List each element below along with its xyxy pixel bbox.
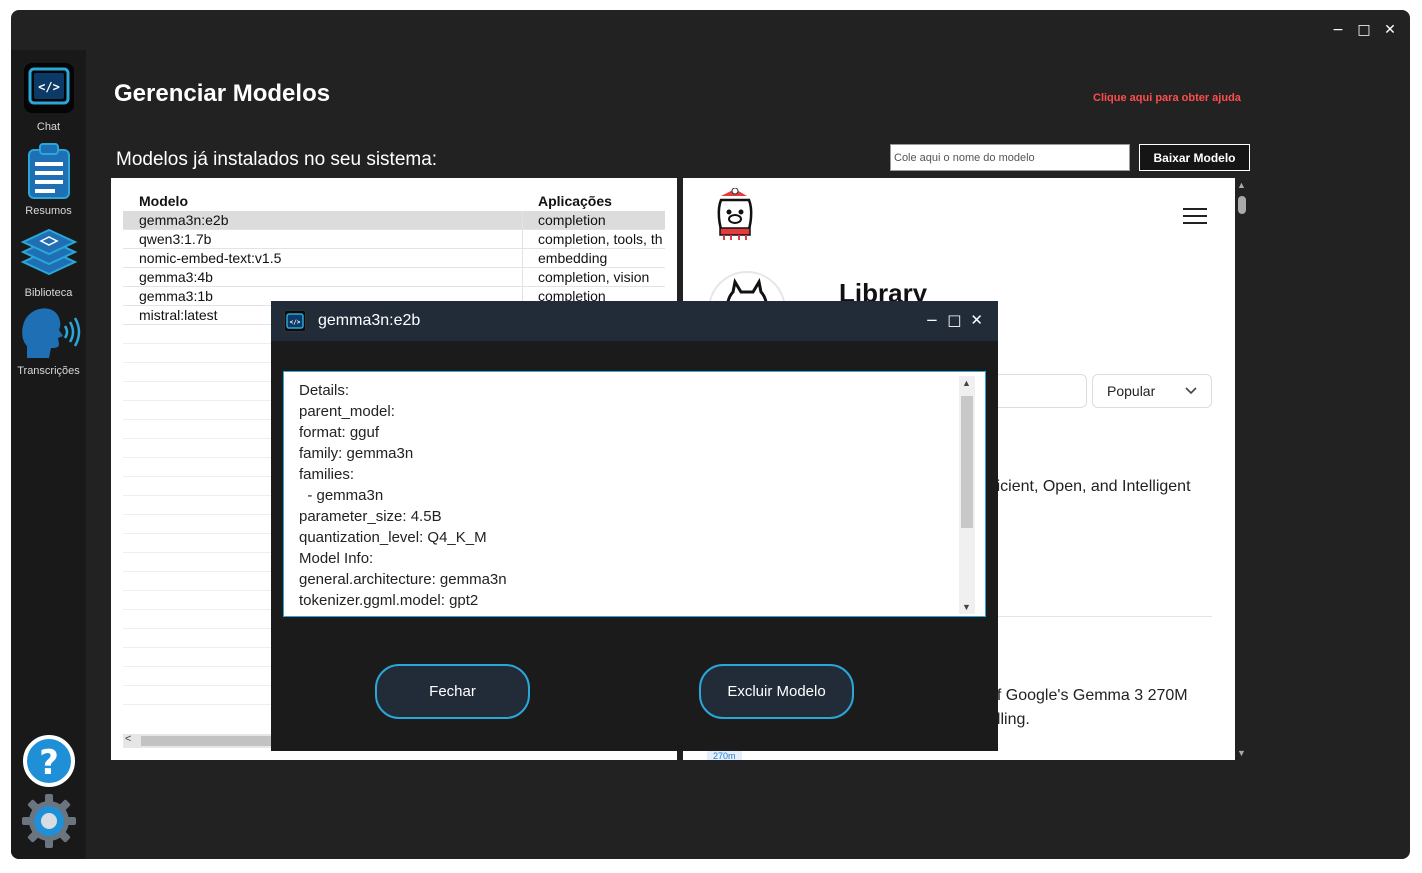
ollama-logo-icon <box>717 188 753 240</box>
help-icon: ? <box>22 735 75 787</box>
model-cell: gemma3n:e2b <box>123 211 523 229</box>
model-cell: gemma3:4b <box>123 268 523 286</box>
apps-cell: completion, vision <box>538 269 650 285</box>
details-scrollbar[interactable]: ▲ ▼ <box>959 376 975 614</box>
model-name-input[interactable] <box>890 144 1130 171</box>
table-header: Modelo Aplicações <box>123 190 665 211</box>
apps-cell: embedding <box>538 250 608 266</box>
sidebar: </> Chat Resumos Biblioteca Transcrições… <box>11 50 86 859</box>
sidebar-item-transcricoes[interactable]: Transcrições <box>11 302 86 377</box>
help-button[interactable]: ? <box>11 734 86 791</box>
window-controls: − □ ✕ <box>1330 22 1398 38</box>
model-details-dialog: </> gemma3n:e2b − □ ✕ Details: parent_mo… <box>271 301 998 751</box>
table-row[interactable]: qwen3:1.7b completion, tools, th <box>123 230 665 249</box>
dialog-window-controls: − □ ✕ <box>926 311 983 329</box>
table-row[interactable]: gemma3:4b completion, vision <box>123 268 665 287</box>
sidebar-item-biblioteca[interactable]: Biblioteca <box>11 224 86 299</box>
dialog-titlebar: </> gemma3n:e2b − □ ✕ <box>271 301 998 341</box>
clipboard-icon <box>27 143 70 199</box>
help-glyph: ? <box>39 743 59 783</box>
page-title: Gerenciar Modelos <box>114 80 331 107</box>
close-button[interactable]: Fechar <box>375 664 530 719</box>
table-row[interactable]: nomic-embed-text:v1.5 embedding <box>123 249 665 268</box>
scroll-up-arrow[interactable]: ▲ <box>962 378 971 388</box>
chevron-down-icon <box>1185 387 1197 395</box>
maximize-button[interactable]: □ <box>1356 22 1372 38</box>
gear-icon <box>21 794 76 848</box>
description-line: of Google's Gemma 3 270M <box>988 687 1188 704</box>
installed-models-label: Modelos já instalados no seu sistema: <box>116 149 438 170</box>
scroll-thumb[interactable] <box>1238 196 1246 214</box>
minimize-button[interactable]: − <box>1330 22 1346 38</box>
model-description: fficient, Open, and Intelligent <box>988 478 1191 495</box>
dialog-close-icon[interactable]: ✕ <box>970 311 983 329</box>
sidebar-item-label: Resumos <box>25 205 72 217</box>
scroll-left-arrow[interactable]: < <box>125 733 131 745</box>
scroll-down-arrow[interactable]: ▼ <box>962 602 971 612</box>
horizontal-scrollbar[interactable]: < <box>123 733 273 748</box>
description-line: alling. <box>988 711 1030 728</box>
sidebar-item-chat[interactable]: </> Chat <box>11 60 86 133</box>
model-description: of Google's Gemma 3 270M alling. <box>988 684 1188 732</box>
table-row[interactable]: gemma3n:e2b completion <box>123 211 665 230</box>
dialog-title: gemma3n:e2b <box>318 312 421 329</box>
model-details-text: Details: parent_model: format: gguf fami… <box>299 382 507 609</box>
dialog-maximize-button[interactable]: □ <box>947 311 961 329</box>
app-window: − □ ✕ </> Chat Resumos Biblioteca Transc… <box>11 10 1410 859</box>
sidebar-item-resumos[interactable]: Resumos <box>11 142 86 217</box>
model-cell: qwen3:1.7b <box>123 230 523 248</box>
delete-model-button[interactable]: Excluir Modelo <box>699 664 854 719</box>
sidebar-item-label: Transcrições <box>17 365 80 377</box>
help-link[interactable]: Clique aqui para obter ajuda <box>1093 92 1241 104</box>
apps-cell: completion <box>538 212 606 228</box>
column-header-model[interactable]: Modelo <box>123 190 523 209</box>
download-model-button[interactable]: Baixar Modelo <box>1139 144 1250 171</box>
svg-text:</>: </> <box>290 319 301 326</box>
app-icon: </> <box>284 310 306 332</box>
scroll-up-arrow[interactable]: ▲ <box>1237 180 1246 190</box>
apps-cell: completion, tools, th <box>538 231 663 247</box>
sort-select-value: Popular <box>1107 383 1156 399</box>
sidebar-item-label: Chat <box>36 121 61 133</box>
menu-icon[interactable] <box>1183 208 1207 229</box>
dialog-minimize-button[interactable]: − <box>926 311 939 329</box>
library-search-input[interactable] <box>983 374 1087 408</box>
close-window-button[interactable]: ✕ <box>1382 22 1398 38</box>
scroll-down-arrow[interactable]: ▼ <box>1237 748 1246 758</box>
svg-text:</>: </> <box>38 80 60 94</box>
model-details-textarea[interactable]: Details: parent_model: format: gguf fami… <box>283 371 986 617</box>
size-tag[interactable]: 270m <box>707 750 742 760</box>
webview-scrollbar[interactable]: ▲ ▼ <box>1235 178 1249 760</box>
scroll-thumb[interactable] <box>961 396 973 528</box>
model-cell: nomic-embed-text:v1.5 <box>123 249 523 267</box>
speaking-head-icon <box>21 308 80 358</box>
book-stack-icon <box>20 228 77 276</box>
sidebar-item-label: Biblioteca <box>24 287 73 299</box>
column-header-apps[interactable]: Aplicações <box>523 190 665 209</box>
settings-button[interactable] <box>11 792 86 853</box>
scroll-thumb[interactable] <box>141 736 273 746</box>
code-chat-icon: </> <box>23 63 74 113</box>
sort-select[interactable]: Popular <box>1092 374 1212 408</box>
